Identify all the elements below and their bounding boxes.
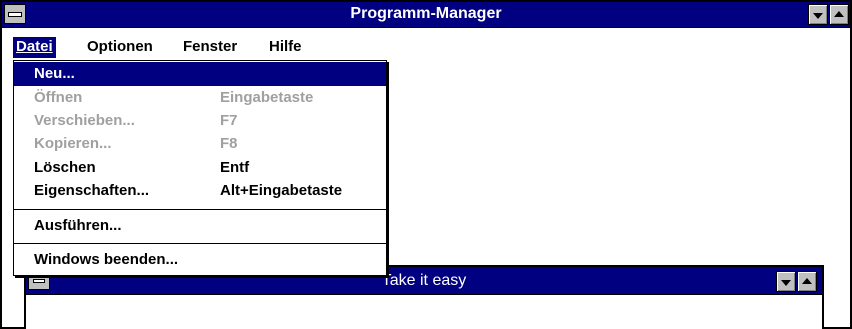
menu-item-eigenschaften[interactable]: Eigenschaften... Alt+Eingabetaste — [14, 179, 386, 203]
menu-item-verschieben-shortcut: F7 — [220, 112, 238, 129]
menu-item-verschieben[interactable]: Verschieben... F7 — [14, 109, 386, 133]
menu-item-ausfuehren[interactable]: Ausführen... — [14, 214, 386, 238]
menu-item-windows-beenden-label: Windows beenden... — [34, 251, 179, 268]
minimize-button[interactable] — [808, 4, 828, 25]
menu-separator — [14, 243, 386, 244]
window-title: Programm-Manager — [350, 5, 502, 22]
menu-datei[interactable]: Datei — [13, 37, 56, 58]
menu-item-loeschen-shortcut: Entf — [220, 159, 250, 176]
minimize-icon — [813, 13, 823, 19]
menu-item-loeschen[interactable]: Löschen Entf — [14, 156, 386, 180]
menu-item-eigenschaften-label: Eigenschaften... — [34, 182, 150, 199]
program-manager-window: Programm-Manager Datei Optionen Fenster … — [0, 0, 852, 329]
menu-separator — [14, 209, 386, 210]
title-bar[interactable]: Programm-Manager — [2, 2, 850, 28]
menu-hilfe[interactable]: Hilfe — [266, 37, 305, 58]
menu-item-loeschen-label: Löschen — [34, 159, 96, 176]
menu-item-eigenschaften-shortcut: Alt+Eingabetaste — [220, 182, 343, 199]
menu-fenster[interactable]: Fenster — [180, 37, 240, 58]
menu-item-kopieren-shortcut: F8 — [220, 135, 238, 152]
menu-item-neu[interactable]: Neu... — [14, 62, 386, 86]
child-maximize-icon — [802, 278, 812, 284]
child-minimize-button[interactable] — [776, 271, 796, 292]
menu-item-oeffnen-shortcut: Eingabetaste — [220, 89, 314, 106]
child-window-body — [26, 296, 822, 329]
menu-item-windows-beenden[interactable]: Windows beenden... — [14, 248, 386, 272]
menu-item-kopieren[interactable]: Kopieren... F8 — [14, 132, 386, 156]
menu-item-oeffnen-label: Öffnen — [34, 89, 83, 106]
menu-bar: Datei Optionen Fenster Hilfe — [2, 29, 850, 60]
menu-hilfe-label: Hilfe — [269, 38, 302, 55]
maximize-button[interactable] — [829, 4, 849, 25]
menu-item-kopieren-label: Kopieren... — [34, 135, 112, 152]
child-maximize-button[interactable] — [797, 271, 817, 292]
menu-datei-label: Datei — [16, 38, 53, 55]
menu-item-oeffnen[interactable]: Öffnen Eingabetaste — [14, 86, 386, 110]
menu-item-neu-label: Neu... — [34, 65, 75, 82]
menu-item-ausfuehren-label: Ausführen... — [34, 217, 122, 234]
menu-optionen-label: Optionen — [87, 38, 153, 55]
datei-dropdown-menu: Neu... Öffnen Eingabetaste Verschieben..… — [13, 60, 387, 276]
maximize-icon — [834, 11, 844, 17]
child-minimize-icon — [781, 280, 791, 286]
menu-fenster-label: Fenster — [183, 38, 238, 55]
menu-item-verschieben-label: Verschieben... — [34, 112, 135, 129]
menu-optionen[interactable]: Optionen — [84, 37, 156, 58]
